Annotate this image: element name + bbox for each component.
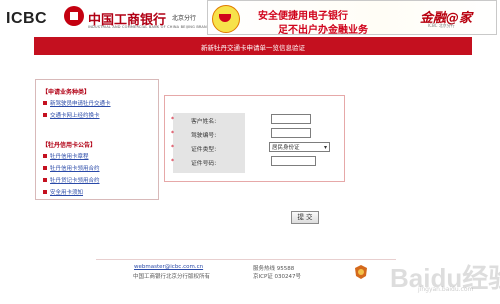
- id-type-selected: 居民身份证: [272, 145, 300, 151]
- bullet-icon: [43, 178, 47, 182]
- icbc-logo: ICBC: [6, 8, 47, 28]
- verification-form: * 客户姓名: * 驾驶编号: * 证件类型: 居民身份证 ▾ * 证件号码:: [164, 95, 345, 182]
- id-type-select[interactable]: 居民身份证 ▾: [269, 142, 330, 152]
- nav-item-label[interactable]: 牡丹信用卡章程: [50, 152, 89, 160]
- bullet-icon: [43, 113, 47, 117]
- customer-name-input[interactable]: [271, 114, 311, 124]
- nav-item-safety-tips[interactable]: 安全用卡须知: [43, 188, 83, 196]
- icp-license: 京ICP证 030247号: [253, 274, 302, 280]
- icbc-emblem-icon: [64, 6, 84, 26]
- driver-number-input[interactable]: [271, 128, 311, 138]
- bank-english-name: INDUSTRIAL AND COMMERCIAL BANK OF CHINA …: [88, 25, 213, 29]
- bullet-icon: [43, 190, 47, 194]
- service-hotline: 服务热线 95588: [253, 266, 295, 272]
- section-title-announcements: 【牡丹信用卡公告】: [42, 142, 97, 149]
- label-id-type: 证件类型:: [191, 147, 217, 153]
- copyright-text: 中国工商银行北京分行版权所有: [133, 274, 211, 280]
- page-title: 新新牡丹交通卡申请单一览信息验证: [201, 44, 305, 52]
- nav-item-label[interactable]: 牡丹信用卡领用合约: [50, 164, 100, 172]
- webmaster-email-link[interactable]: webmaster@icbc.com.cn: [134, 264, 203, 270]
- bullet-icon: [43, 166, 47, 170]
- ebanking-banner[interactable]: 安全便捷用电子银行 足不出户办金融业务 金融@家 ICBC 北京分行: [207, 0, 497, 36]
- branch-name: 北京分行: [172, 15, 197, 22]
- nav-item-label[interactable]: 牡丹贷记卡领用合约: [50, 176, 100, 184]
- nav-item-debit-contract[interactable]: 牡丹贷记卡领用合约: [43, 176, 100, 184]
- mascot-icon: [212, 5, 240, 33]
- nav-item-credit-contract[interactable]: 牡丹信用卡领用合约: [43, 164, 100, 172]
- banner-brand-sub: ICBC 北京分行: [428, 23, 455, 28]
- required-mark: *: [171, 116, 174, 123]
- nav-item-label[interactable]: 新驾驶员申请牡丹交通卡: [50, 99, 111, 107]
- section-title-application: 【申请业务种类】: [42, 89, 91, 96]
- chevron-down-icon: ▾: [323, 144, 327, 151]
- police-badge-icon[interactable]: [354, 264, 368, 279]
- label-id-number: 证件号码:: [191, 161, 217, 167]
- required-mark: *: [171, 144, 174, 151]
- nav-item-label[interactable]: 安全用卡须知: [50, 188, 83, 196]
- required-mark: *: [171, 130, 174, 137]
- page-title-bar: 新新牡丹交通卡申请单一览信息验证: [34, 37, 472, 55]
- nav-item-label[interactable]: 交通卡网上经约换卡: [50, 111, 100, 119]
- left-nav-panel: 【申请业务种类】 新驾驶员申请牡丹交通卡 交通卡网上经约换卡 【牡丹信用卡公告】…: [35, 79, 159, 200]
- label-driver-number: 驾驶编号:: [191, 133, 217, 139]
- bullet-icon: [43, 154, 47, 158]
- banner-line-1: 安全便捷用电子银行: [258, 11, 348, 22]
- nav-item-card-charter[interactable]: 牡丹信用卡章程: [43, 152, 89, 160]
- watermark-sub: jingyan.baidu.com: [418, 286, 474, 293]
- required-mark: *: [171, 158, 174, 165]
- bullet-icon: [43, 101, 47, 105]
- nav-item-card-renewal[interactable]: 交通卡网上经约换卡: [43, 111, 100, 119]
- nav-item-new-driver[interactable]: 新驾驶员申请牡丹交通卡: [43, 99, 111, 107]
- footer-divider: [96, 259, 396, 260]
- label-customer-name: 客户姓名:: [191, 119, 217, 125]
- icbc-logo-text: ICBC: [6, 10, 48, 27]
- id-number-input[interactable]: [271, 156, 316, 166]
- banner-line-2: 足不出户办金融业务: [278, 25, 368, 36]
- submit-button[interactable]: 提 交: [291, 211, 319, 224]
